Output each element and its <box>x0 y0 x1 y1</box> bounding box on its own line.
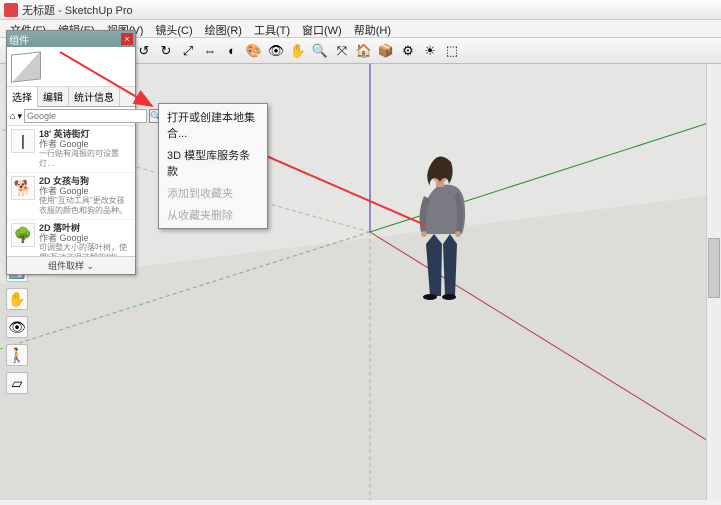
menu-help[interactable]: 帮助(H) <box>348 20 397 37</box>
section-icon[interactable]: ▱ <box>6 372 28 394</box>
item-author: 作者 Google <box>39 233 131 243</box>
components-panel: 组件 × 选择 编辑 统计信息 ⌂ ▾ 🔍 ▸ | 18' 英诗街灯 作者 Go… <box>6 30 136 275</box>
walk-icon[interactable]: 🚶 <box>6 344 28 366</box>
vertical-scrollbar[interactable] <box>706 64 721 500</box>
app-icon <box>4 3 18 17</box>
item-thumb: | <box>11 129 35 153</box>
list-item[interactable]: | 18' 英诗街灯 作者 Google 一行贴有海报的可设置灯… <box>7 126 135 173</box>
zoom-extents-icon[interactable]: 🏠 <box>354 41 374 61</box>
tab-select[interactable]: 选择 <box>7 87 38 107</box>
tags-icon[interactable]: ⬚ <box>442 41 462 61</box>
panel-footer: 组件取样 ⌄ <box>7 256 135 274</box>
tab-stats[interactable]: 统计信息 <box>69 87 120 106</box>
offset-icon[interactable]: ◐ <box>222 41 242 61</box>
tape-icon[interactable]: 🎨 <box>244 41 264 61</box>
item-desc: 一行贴有海报的可设置灯… <box>39 149 131 169</box>
move-icon[interactable]: ↻ <box>156 41 176 61</box>
paint-icon[interactable]: 👁 <box>266 41 286 61</box>
item-title: 2D 落叶树 <box>39 223 131 233</box>
warehouse-icon[interactable]: 📦 <box>376 41 396 61</box>
panel-header[interactable]: 组件 × <box>7 31 135 47</box>
menu-open-local-collection[interactable]: 打开或创建本地集合... <box>159 106 267 144</box>
scale-icon[interactable]: ⇔ <box>200 41 220 61</box>
search-row: ⌂ ▾ 🔍 ▸ <box>7 107 135 126</box>
home-icon[interactable]: ⌂ <box>10 111 15 121</box>
component-list[interactable]: | 18' 英诗街灯 作者 Google 一行贴有海报的可设置灯… 🐕 2D 女… <box>7 126 135 256</box>
panel-footer-label: 组件取样 <box>48 261 84 271</box>
close-icon[interactable]: × <box>121 33 133 45</box>
list-item[interactable]: 🐕 2D 女孩与狗 作者 Google 使用"互动工具"更改女孩衣服的颜色和狗的… <box>7 173 135 220</box>
item-desc: 可调整大小的落叶树，使用"互动了很了解的树"… <box>39 243 131 256</box>
chevron-down-icon[interactable]: ▾ <box>17 111 22 122</box>
list-item[interactable]: 🌳 2D 落叶树 作者 Google 可调整大小的落叶树，使用"互动了很了解的树… <box>7 220 135 256</box>
window-titlebar: 无标题 - SketchUp Pro <box>0 0 721 20</box>
menu-tools[interactable]: 工具(T) <box>248 20 296 37</box>
menu-remove-favorite: 从收藏夹删除 <box>159 204 267 226</box>
item-thumb: 🌳 <box>11 223 35 247</box>
context-menu: 打开或创建本地集合... 3D 模型库服务条款 添加到收藏夹 从收藏夹删除 <box>158 103 268 229</box>
look-icon[interactable]: 👁 <box>6 316 28 338</box>
zoom-icon[interactable]: ⤧ <box>332 41 352 61</box>
push-pull-icon[interactable]: ↺ <box>134 41 154 61</box>
menu-draw[interactable]: 绘图(R) <box>199 20 248 37</box>
tool-rail: 🔄 ✋ 👁 🚶 ▱ <box>6 260 28 394</box>
search-input[interactable] <box>24 109 147 123</box>
menu-add-favorite: 添加到收藏夹 <box>159 182 267 204</box>
panel-preview <box>7 47 135 87</box>
preview-cube <box>11 51 41 82</box>
chevron-down-icon[interactable]: ⌄ <box>86 261 94 271</box>
panel-tabs: 选择 编辑 统计信息 <box>7 87 135 107</box>
layers-icon[interactable]: ⚙ <box>398 41 418 61</box>
panel-title: 组件 <box>9 32 29 47</box>
pan-icon[interactable]: ✋ <box>6 288 28 310</box>
item-desc: 使用"互动工具"更改女孩衣服的颜色和狗的品种。 <box>39 196 131 216</box>
scrollbar-thumb[interactable] <box>708 238 720 298</box>
item-author: 作者 Google <box>39 139 131 149</box>
orbit-icon[interactable]: ✋ <box>288 41 308 61</box>
window-title: 无标题 - SketchUp Pro <box>22 2 133 18</box>
item-title: 2D 女孩与狗 <box>39 176 131 186</box>
menu-camera[interactable]: 镜头(C) <box>149 20 198 37</box>
shadows-icon[interactable]: ☀ <box>420 41 440 61</box>
tab-edit[interactable]: 编辑 <box>38 87 69 106</box>
item-thumb: 🐕 <box>11 176 35 200</box>
pan-icon[interactable]: 🔍 <box>310 41 330 61</box>
menu-window[interactable]: 窗口(W) <box>296 20 348 37</box>
rotate-icon[interactable]: ⤢ <box>178 41 198 61</box>
item-title: 18' 英诗街灯 <box>39 129 131 139</box>
item-author: 作者 Google <box>39 186 131 196</box>
menu-warehouse-tos[interactable]: 3D 模型库服务条款 <box>159 144 267 182</box>
